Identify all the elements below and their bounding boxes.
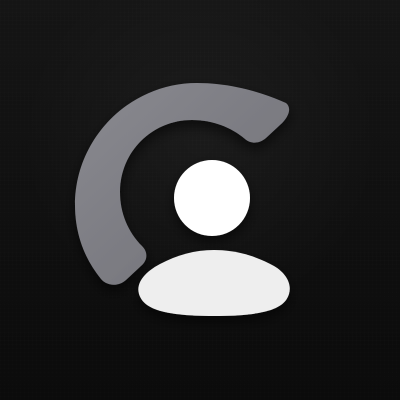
c-logo-icon (75, 83, 290, 316)
c-dot-shape (174, 160, 250, 236)
app-icon (0, 0, 400, 400)
c-base-shape (138, 250, 290, 316)
